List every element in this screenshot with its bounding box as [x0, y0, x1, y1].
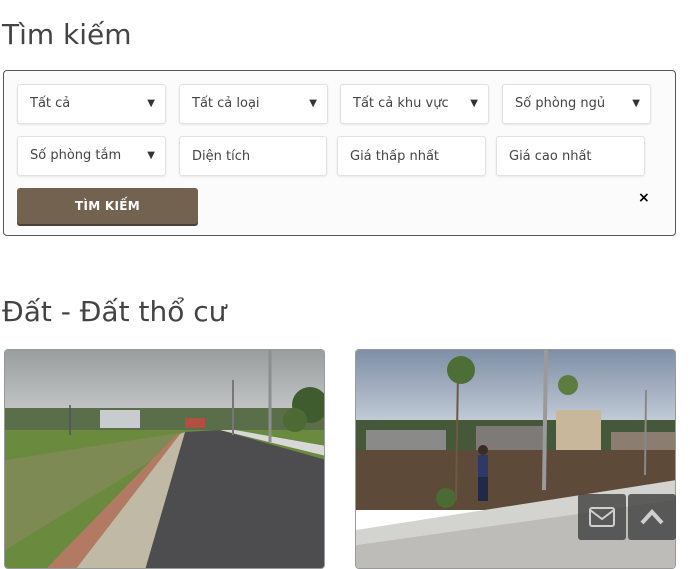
triangle-down-icon: ▼: [147, 98, 155, 109]
search-button[interactable]: TÌM KIẾM: [17, 188, 198, 224]
bathrooms-select[interactable]: Số phòng tắm ▼: [17, 136, 166, 176]
min-price-input[interactable]: [337, 136, 486, 176]
close-icon[interactable]: ×: [638, 190, 650, 206]
listing-photo: [5, 350, 324, 568]
listing-card[interactable]: [4, 349, 325, 569]
mail-icon: [589, 507, 615, 527]
type-select-value: Tất cả loại: [192, 96, 260, 111]
area-region-select[interactable]: Tất cả khu vực ▼: [340, 84, 489, 124]
category-select-value: Tất cả: [30, 96, 71, 111]
scroll-top-button[interactable]: [628, 494, 676, 540]
type-select[interactable]: Tất cả loại ▼: [179, 84, 328, 124]
bathrooms-select-value: Số phòng tắm: [30, 148, 122, 163]
area-input[interactable]: [179, 136, 327, 176]
triangle-down-icon: ▼: [470, 98, 478, 109]
triangle-down-icon: ▼: [147, 150, 155, 161]
search-title: Tìm kiếm: [2, 18, 132, 51]
search-panel: Tất cả ▼ Tất cả loại ▼ Tất cả khu vực ▼ …: [3, 70, 676, 236]
contact-mail-button[interactable]: [578, 494, 626, 540]
triangle-down-icon: ▼: [309, 98, 317, 109]
listing-title: Đất - Đất thổ cư: [2, 295, 227, 328]
max-price-input[interactable]: [496, 136, 645, 176]
area-region-select-value: Tất cả khu vực: [353, 96, 449, 111]
bedrooms-select-value: Số phòng ngủ: [515, 96, 606, 111]
chevron-up-icon: [640, 509, 664, 525]
triangle-down-icon: ▼: [632, 98, 640, 109]
category-select[interactable]: Tất cả ▼: [17, 84, 166, 124]
bedrooms-select[interactable]: Số phòng ngủ ▼: [502, 84, 651, 124]
